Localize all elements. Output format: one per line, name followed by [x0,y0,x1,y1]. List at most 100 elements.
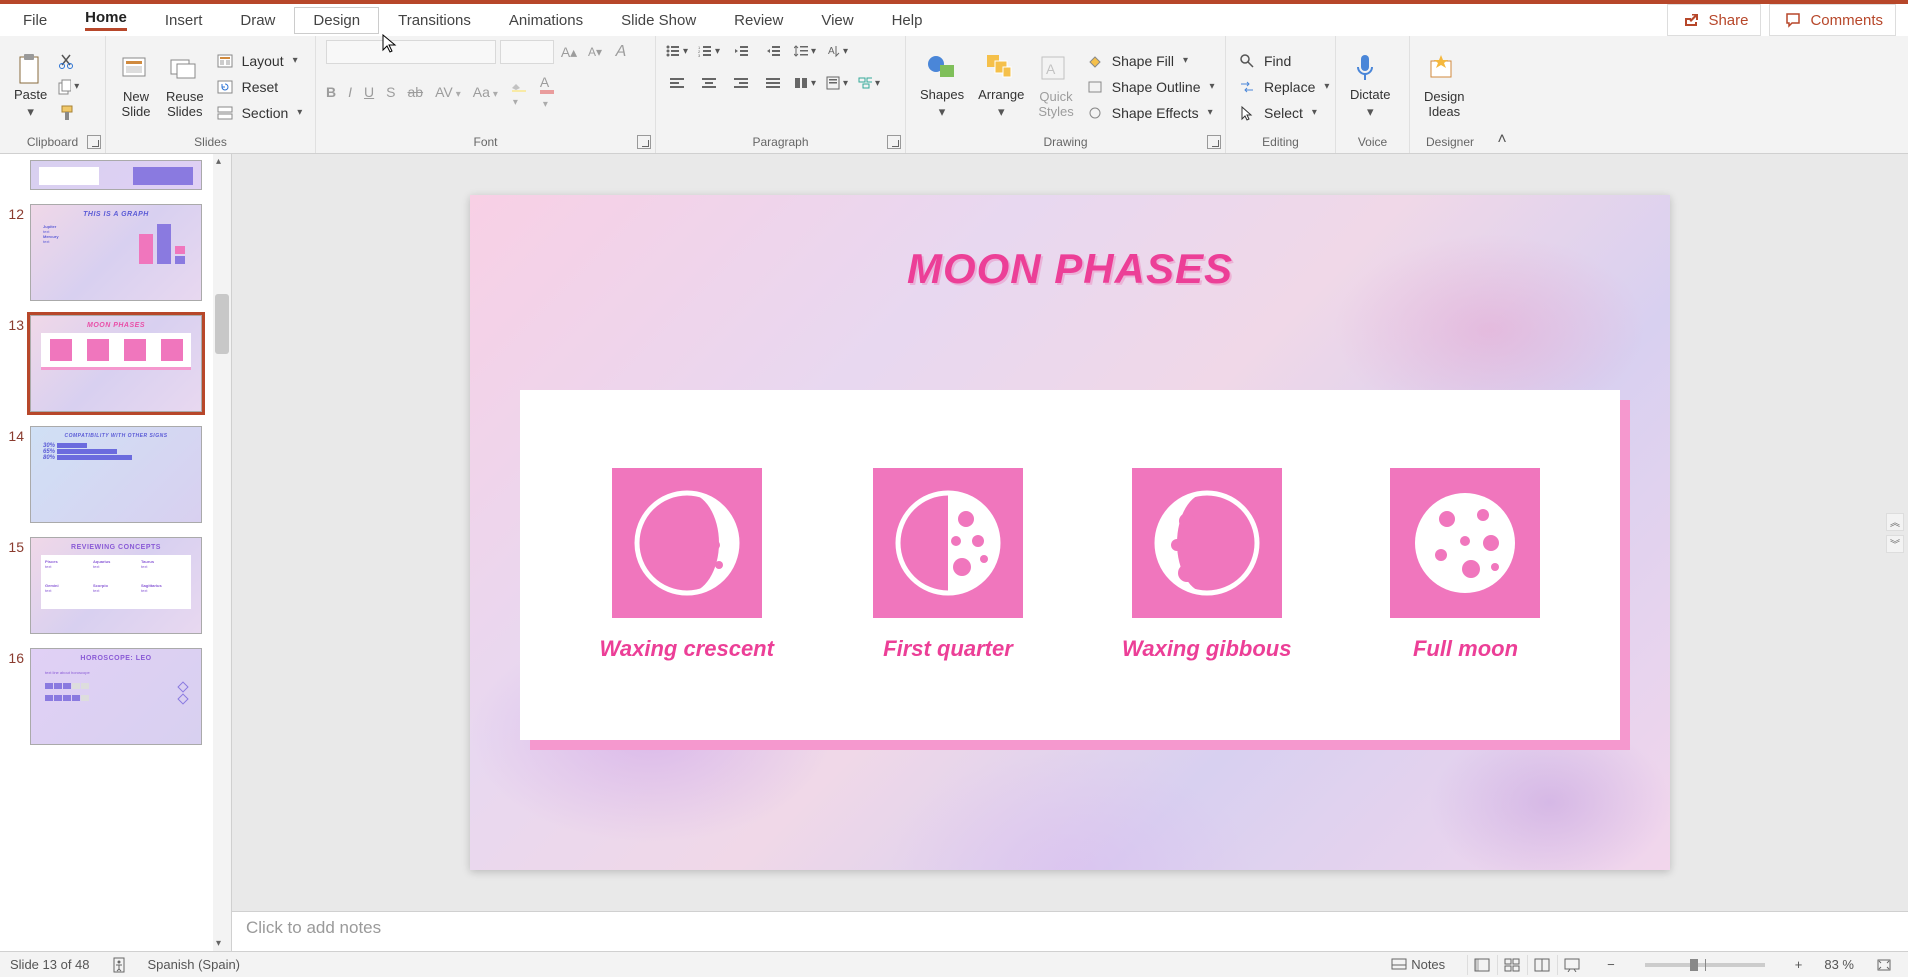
paste-label: Paste [14,87,47,102]
tab-transitions[interactable]: Transitions [379,7,490,34]
font-size-combo[interactable] [500,40,554,64]
bold-button[interactable]: B [326,84,336,100]
tab-draw[interactable]: Draw [221,7,294,34]
line-spacing-icon[interactable] [794,40,816,62]
format-painter-icon[interactable] [57,102,79,124]
font-color-button[interactable]: A [540,74,554,110]
font-name-combo[interactable] [326,40,496,64]
replace-button[interactable]: Replace [1236,76,1329,98]
align-text-icon[interactable] [826,72,848,94]
accessibility-button[interactable] [106,952,132,977]
shape-fill-button[interactable]: Shape Fill [1084,50,1215,72]
moon-phases-card[interactable]: Waxing crescent [520,390,1620,740]
bullets-button[interactable] [666,40,688,62]
dialog-launcher-icon[interactable] [1207,135,1221,149]
shapes-button[interactable]: Shapes▾ [916,51,968,122]
thumb-number: 14 [4,426,30,444]
smartart-icon[interactable] [858,72,880,94]
text-direction-icon[interactable]: A [826,40,848,62]
slideshow-view-button[interactable] [1557,955,1585,975]
align-right-icon[interactable] [730,72,752,94]
reset-button[interactable]: Reset [214,76,303,98]
design-ideas-button[interactable]: Design Ideas [1420,53,1468,121]
normal-view-button[interactable] [1467,955,1495,975]
thumbnail-slide-selected[interactable]: MOON PHASES [30,315,202,412]
dialog-launcher-icon[interactable] [637,135,651,149]
shadow-button[interactable]: S [386,84,395,100]
tab-design[interactable]: Design [294,7,379,34]
reading-view-button[interactable] [1527,955,1555,975]
tab-help[interactable]: Help [873,7,942,34]
zoom-in-button[interactable]: + [1789,952,1809,977]
thumbnail-slide[interactable] [30,160,202,190]
tab-view[interactable]: View [802,7,872,34]
strike-button[interactable]: ab [407,84,423,100]
next-slide-button[interactable]: ︾ [1886,535,1904,553]
collapse-ribbon-icon[interactable]: ˄ [1490,36,1514,153]
layout-button[interactable]: Layout [214,50,303,72]
tab-home[interactable]: Home [66,4,146,36]
clear-format-icon[interactable]: A [610,41,632,63]
align-center-icon[interactable] [698,72,720,94]
char-spacing-button[interactable]: AV [435,84,461,100]
decrease-font-icon[interactable]: A▾ [584,41,606,63]
thumbnail-slide[interactable]: HOROSCOPE: LEO text line about horoscope [30,648,202,745]
new-slide-label: New Slide [122,89,151,119]
zoom-slider[interactable] [1645,963,1765,967]
shape-outline-button[interactable]: Shape Outline [1084,76,1215,98]
zoom-level[interactable]: 83 % [1824,957,1854,972]
tab-slide-show[interactable]: Slide Show [602,7,715,34]
fit-window-button[interactable] [1870,952,1898,977]
new-slide-button[interactable]: New Slide [116,53,156,121]
thumbnail-scrollbar[interactable]: ▴ ▾ [213,154,231,951]
quick-styles-button[interactable]: A Quick Styles [1034,53,1077,121]
tab-animations[interactable]: Animations [490,7,602,34]
thumbnail-slide[interactable]: THIS IS A GRAPH JupitertextMercurytext [30,204,202,301]
zoom-out-button[interactable]: − [1601,952,1621,977]
clipboard-icon [15,53,47,85]
change-case-button[interactable]: Aa [473,84,498,100]
share-button[interactable]: Share [1667,4,1761,36]
decrease-indent-icon[interactable] [730,40,752,62]
language-indicator[interactable]: Spanish (Spain) [148,957,241,972]
prev-slide-button[interactable]: ︽ [1886,513,1904,531]
dictate-button[interactable]: Dictate▾ [1346,51,1394,122]
slide-title[interactable]: MOON PHASES [470,245,1670,293]
thumbnail-slide[interactable]: REVIEWING CONCEPTS PiscestextAquariustex… [30,537,202,634]
increase-font-icon[interactable]: A▴ [558,41,580,63]
sorter-view-button[interactable] [1497,955,1525,975]
copy-icon[interactable] [57,76,79,98]
tab-review[interactable]: Review [715,7,802,34]
tab-file[interactable]: File [4,7,66,34]
italic-button[interactable]: I [348,84,352,100]
reuse-slides-button[interactable]: Reuse Slides [162,53,208,121]
notes-pane[interactable]: Click to add notes [232,911,1908,951]
comments-button[interactable]: Comments [1769,4,1896,36]
dialog-launcher-icon[interactable] [87,135,101,149]
dialog-launcher-icon[interactable] [887,135,901,149]
justify-icon[interactable] [762,72,784,94]
select-button[interactable]: Select [1236,102,1329,124]
shapes-icon [926,53,958,85]
find-button[interactable]: Find [1236,50,1329,72]
align-left-icon[interactable] [666,72,688,94]
slide-counter[interactable]: Slide 13 of 48 [10,957,90,972]
tab-insert[interactable]: Insert [146,7,222,34]
columns-icon[interactable] [794,72,816,94]
increase-indent-icon[interactable] [762,40,784,62]
arrange-button[interactable]: Arrange▾ [974,51,1028,122]
thumbnail-slide[interactable]: COMPATIBILITY WITH OTHER SIGNS 30% 65% 8… [30,426,202,523]
highlight-button[interactable] [510,76,528,108]
paste-button[interactable]: Paste ▾ [10,51,51,122]
shape-effects-button[interactable]: Shape Effects [1084,102,1215,124]
notes-toggle[interactable]: Notes [1385,952,1451,977]
svg-text:A: A [828,46,835,57]
numbering-button[interactable]: 123 [698,40,720,62]
group-label: Slides [116,133,305,151]
slide-canvas[interactable]: MOON PHASES [470,195,1670,870]
section-button[interactable]: Section [214,102,303,124]
underline-button[interactable]: U [364,84,374,100]
menu-tabs-row: File Home Insert Draw Design Transitions… [0,4,1908,36]
new-slide-icon [120,55,152,87]
cut-icon[interactable] [57,50,79,72]
